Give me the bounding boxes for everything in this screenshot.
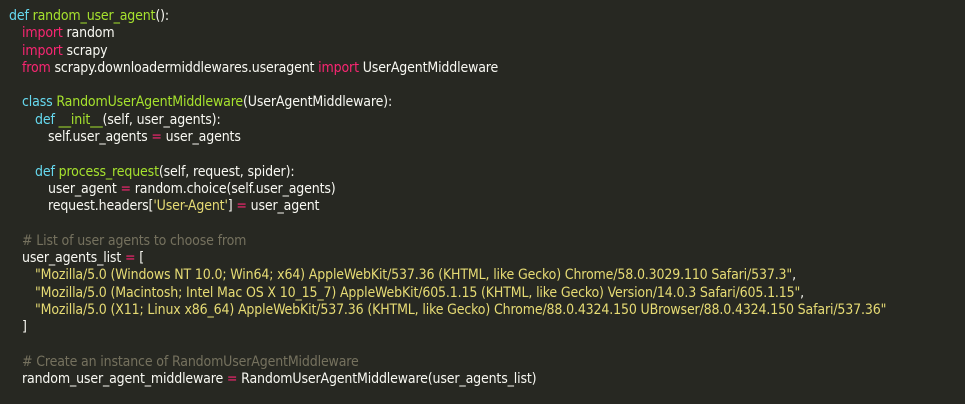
code-line-3: import scrapy <box>9 43 965 60</box>
code-line-4: from scrapy.downloadermiddlewares.userag… <box>9 60 965 77</box>
operator-assign: = <box>236 198 247 215</box>
code-line-10: def process_request(self, request, spide… <box>9 164 965 181</box>
operator-assign: = <box>124 250 136 267</box>
code-text: ] <box>22 319 27 336</box>
operator-assign: = <box>120 180 132 197</box>
keyword-def: def <box>35 111 55 128</box>
code-editor[interactable]: def random_user_agent(): import random i… <box>0 0 965 404</box>
string-literal: 'User-Agent' <box>153 198 228 215</box>
code-text: user_agent <box>246 198 320 215</box>
function-name: process_request <box>58 163 159 180</box>
code-line-6: class RandomUserAgentMiddleware(UserAgen… <box>9 94 965 111</box>
code-text: random <box>62 25 115 42</box>
keyword-def: def <box>35 163 55 180</box>
operator-assign: = <box>151 129 162 146</box>
code-line-1: def random_user_agent(): <box>9 8 965 25</box>
code-text: random_user_agent_middleware <box>22 371 227 388</box>
code-text: , <box>800 284 805 301</box>
code-line-17: "Mozilla/5.0 (Macintosh; Intel Mac OS X … <box>9 285 965 302</box>
code-line-8: self.user_agents = user_agents <box>9 129 965 146</box>
code-text: (self, user_agents): <box>102 111 221 128</box>
code-text: user_agents <box>161 129 241 146</box>
code-text: (): <box>155 8 169 24</box>
string-literal: "Mozilla/5.0 (Windows NT 10.0; Win64; x6… <box>35 267 793 284</box>
function-name: random_user_agent <box>32 8 156 24</box>
code-line-2: import random <box>9 25 965 42</box>
code-text: [ <box>135 250 144 267</box>
code-line-21: # Create an instance of RandomUserAgentM… <box>9 354 965 371</box>
code-line-7: def __init__(self, user_agents): <box>9 112 965 129</box>
code-line-12: request.headers['User-Agent'] = user_age… <box>9 198 965 215</box>
code-line-18: "Mozilla/5.0 (X11; Linux x86_64) AppleWe… <box>9 302 965 319</box>
keyword-import: import <box>318 59 359 76</box>
code-text: (UserAgentMiddleware): <box>243 94 393 111</box>
code-text: random.choice(self.user_agents) <box>130 180 336 197</box>
code-text: user_agent <box>48 180 121 197</box>
code-text: , <box>792 267 796 284</box>
string-literal: "Mozilla/5.0 (Macintosh; Intel Mac OS X … <box>35 284 801 301</box>
code-text: RandomUserAgentMiddleware(user_agents_li… <box>237 371 537 388</box>
keyword-def: def <box>9 8 29 24</box>
code-text: (self, request, spider): <box>158 163 295 180</box>
code-text: user_agents_list <box>22 250 125 267</box>
code-text: scrapy <box>62 42 108 59</box>
comment: # Create an instance of RandomUserAgentM… <box>22 353 359 370</box>
keyword-import: import <box>22 25 63 42</box>
operator-assign: = <box>226 371 238 388</box>
class-name: RandomUserAgentMiddleware <box>56 94 244 111</box>
code-line-15: user_agents_list = [ <box>9 250 965 267</box>
keyword-class: class <box>22 94 53 111</box>
function-name: __init__ <box>58 111 103 128</box>
code-line-11: user_agent = random.choice(self.user_age… <box>9 181 965 198</box>
code-text: self.user_agents <box>48 129 152 146</box>
comment: # List of user agents to choose from <box>22 232 247 249</box>
code-line-22: random_user_agent_middleware = RandomUse… <box>9 371 965 388</box>
module-path: scrapy.downloadermiddlewares.useragent <box>50 59 319 76</box>
code-line-16: "Mozilla/5.0 (Windows NT 10.0; Win64; x6… <box>9 267 965 284</box>
code-text: request.headers[ <box>48 198 154 215</box>
code-line-19: ] <box>9 319 965 336</box>
code-line-14: # List of user agents to choose from <box>9 233 965 250</box>
keyword-from: from <box>22 59 51 76</box>
string-literal: "Mozilla/5.0 (X11; Linux x86_64) AppleWe… <box>35 302 887 319</box>
code-text: UserAgentMiddleware <box>358 59 499 76</box>
keyword-import: import <box>22 42 63 59</box>
